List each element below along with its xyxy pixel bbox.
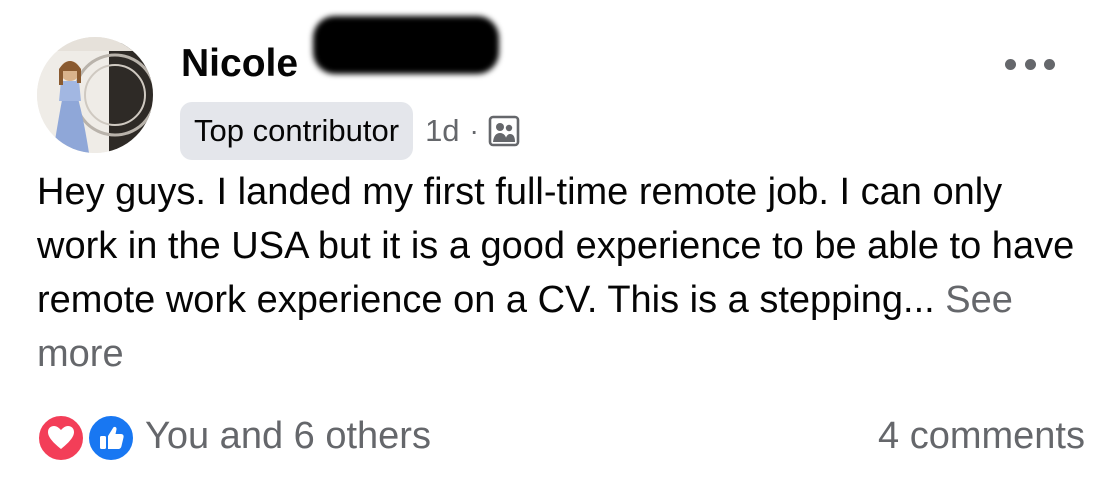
post-meta: Top contributor 1d ·	[180, 101, 520, 161]
love-reaction-icon	[37, 414, 85, 462]
author-avatar[interactable]	[37, 37, 153, 153]
more-dot	[1024, 58, 1036, 70]
author-name[interactable]: Nicole	[181, 38, 298, 90]
meta-separator: ·	[469, 115, 479, 146]
post-timestamp[interactable]: 1d	[425, 113, 459, 149]
more-dot	[1044, 58, 1055, 70]
group-members-icon[interactable]	[488, 115, 520, 147]
avatar-photo	[37, 37, 153, 153]
post-footer: You and 6 others 4 comments	[37, 408, 1085, 464]
post-text: Hey guys. I landed my first full-time re…	[37, 165, 1077, 381]
top-contributor-badge[interactable]: Top contributor	[180, 102, 414, 160]
reaction-icons	[37, 413, 137, 462]
redaction-mark	[313, 16, 499, 74]
post-body-text: Hey guys. I landed my first full-time re…	[37, 171, 1075, 321]
like-reaction-icon	[87, 414, 135, 462]
post-card: Nicole Top contributor 1d · Hey guys. I …	[0, 0, 1093, 478]
more-dot	[1005, 58, 1016, 70]
comments-count-link[interactable]: 4 comments	[878, 415, 1085, 458]
reactions-summary[interactable]: You and 6 others	[37, 413, 431, 462]
more-options-icon[interactable]	[1005, 54, 1055, 74]
reactions-summary-text: You and 6 others	[145, 414, 431, 457]
